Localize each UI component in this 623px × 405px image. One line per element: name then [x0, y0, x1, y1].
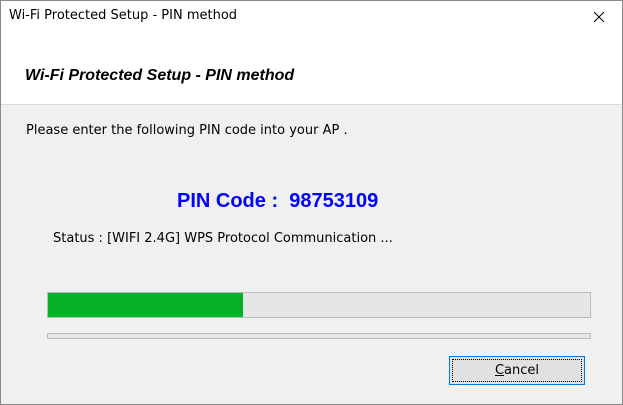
status-text: Status : [WIFI 2.4G] WPS Protocol Commun… — [53, 231, 393, 246]
pin-code-label: PIN Code : 98753109 — [177, 190, 379, 212]
progress-bar-fill — [48, 293, 244, 317]
close-icon — [593, 11, 605, 22]
dialog-heading: Wi-Fi Protected Setup - PIN method — [25, 67, 295, 84]
focus-rectangle — [452, 359, 582, 382]
close-button[interactable] — [576, 1, 622, 32]
progress-bar — [47, 292, 591, 318]
secondary-progress-bar — [47, 333, 591, 339]
cancel-button[interactable]: Cancel — [449, 356, 585, 385]
header-panel: Wi-Fi Protected Setup - PIN method — [1, 32, 622, 104]
title-bar[interactable]: Wi-Fi Protected Setup - PIN method — [1, 1, 622, 32]
header-divider — [1, 104, 622, 105]
wps-pin-dialog: Wi-Fi Protected Setup - PIN method Wi-Fi… — [0, 0, 623, 405]
instruction-text: Please enter the following PIN code into… — [26, 123, 348, 138]
window-title: Wi-Fi Protected Setup - PIN method — [9, 8, 238, 23]
